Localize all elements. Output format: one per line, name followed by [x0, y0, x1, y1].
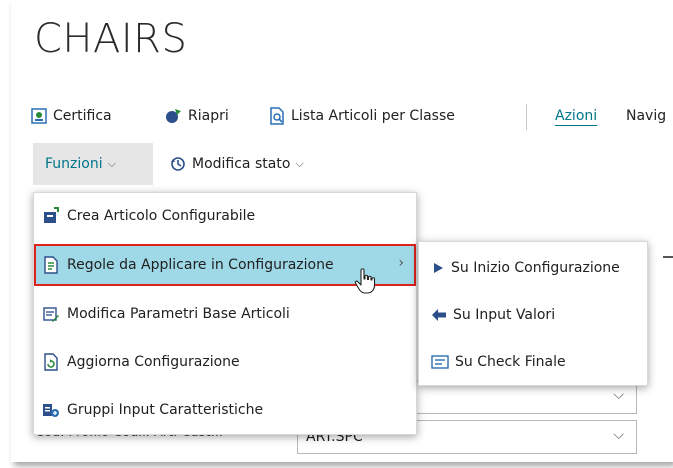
certifica-label: Certifica	[53, 108, 112, 124]
submenu-item-input-valori[interactable]: Su Input Valori	[419, 291, 647, 339]
lista-articoli-button[interactable]: Lista Articoli per Classe	[269, 102, 455, 130]
background-divider	[663, 256, 673, 258]
group-input-icon	[43, 404, 59, 417]
regole-submenu: Su Inizio Configurazione Su Input Valori…	[418, 241, 648, 386]
menu-item-label: Gruppi Input Caratteristiche	[67, 402, 264, 418]
funzioni-menu: Crea Articolo Configurabile Regole da Ap…	[33, 192, 417, 435]
chevron-down-icon: ⌵	[613, 387, 624, 403]
chevron-down-icon: ⌵	[295, 157, 304, 170]
document-search-icon	[270, 107, 284, 125]
check-list-icon	[431, 355, 449, 369]
chevron-down-icon: ⌵	[613, 427, 624, 443]
chevron-down-icon: ⌵	[107, 157, 116, 170]
menu-item-gruppi-input[interactable]: Gruppi Input Caratteristiche	[34, 389, 416, 431]
menu-item-modifica-parametri[interactable]: Modifica Parametri Base Articoli	[34, 293, 416, 335]
arrow-left-icon	[432, 309, 446, 321]
page-frame: CHAIRS Certifica Riapri Lista Articoli p…	[11, 0, 673, 462]
submenu-item-check-finale[interactable]: Su Check Finale	[419, 338, 647, 386]
edit-parameters-icon	[43, 307, 59, 322]
refresh-document-icon	[44, 353, 58, 371]
funzioni-dropdown[interactable]: Funzioni ⌵	[33, 143, 153, 185]
menu-item-label: Crea Articolo Configurabile	[67, 208, 256, 224]
menu-item-label: Regole da Applicare in Configurazione	[67, 257, 334, 273]
certifica-button[interactable]: Certifica	[31, 102, 112, 130]
certificate-icon	[31, 108, 47, 124]
tab-naviga[interactable]: Navig	[626, 102, 666, 130]
submenu-item-label: Su Inizio Configurazione	[451, 260, 620, 276]
reopen-icon	[166, 109, 181, 123]
action-separator	[526, 104, 527, 130]
submenu-item-label: Su Input Valori	[453, 307, 556, 323]
submenu-item-label: Su Check Finale	[455, 354, 566, 370]
menu-item-aggiorna[interactable]: Aggiorna Configurazione	[34, 341, 416, 383]
submenu-item-inizio[interactable]: Su Inizio Configurazione	[419, 244, 647, 292]
menu-item-label: Modifica Parametri Base Articoli	[67, 306, 290, 322]
riapri-label: Riapri	[188, 108, 229, 124]
play-icon	[434, 263, 443, 273]
menu-item-label: Aggiorna Configurazione	[67, 354, 240, 370]
hand-cursor-icon	[354, 268, 376, 294]
tab-azioni[interactable]: Azioni	[555, 102, 597, 130]
lista-articoli-label: Lista Articoli per Classe	[291, 108, 455, 124]
modifica-stato-label: Modifica stato	[192, 156, 291, 172]
configurable-item-icon	[44, 207, 59, 223]
status-history-icon	[171, 157, 185, 171]
riapri-button[interactable]: Riapri	[164, 102, 229, 130]
modifica-stato-dropdown[interactable]: Modifica stato ⌵	[170, 143, 304, 185]
chevron-right-icon: ›	[398, 255, 404, 271]
rules-icon	[44, 256, 58, 274]
action-bar: Certifica Riapri Lista Articoli per Clas…	[31, 102, 673, 132]
funzioni-label: Funzioni	[45, 156, 103, 172]
page-title: CHAIRS	[34, 16, 188, 62]
menu-item-crea-articolo[interactable]: Crea Articolo Configurabile	[34, 195, 416, 237]
